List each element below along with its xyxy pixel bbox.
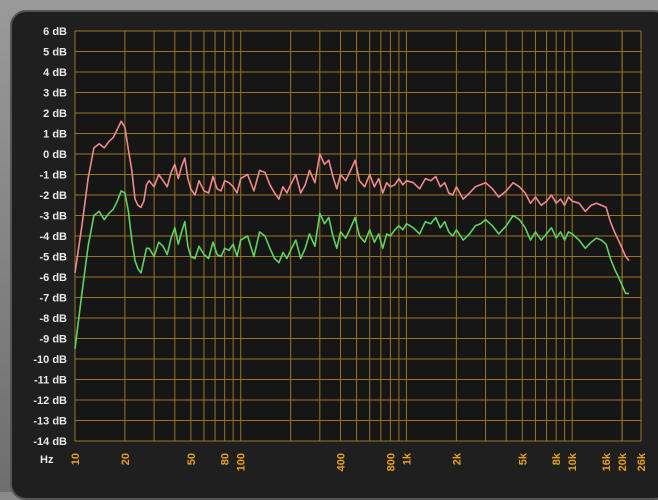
y-tick-label: -1 dB	[40, 170, 68, 182]
y-tick-label: -4 dB	[40, 231, 68, 243]
y-tick-label: 6 dB	[43, 26, 67, 38]
x-tick-label: 5k	[517, 452, 529, 465]
x-tick-label: 20	[120, 453, 132, 465]
x-tick-label: 100	[236, 453, 248, 471]
y-axis-labels: 6 dB 5 dB 4 dB 3 dB 2 dB 1 dB 0 dB -1 dB -2 dB -3…	[33, 26, 67, 448]
x-tick-label: 1k	[401, 452, 413, 465]
y-tick-label: 1 dB	[43, 129, 67, 141]
x-tick-label: 8k	[551, 452, 563, 465]
y-tick-label: -7 dB	[40, 293, 68, 305]
x-axis-unit-label: Hz	[40, 454, 54, 466]
y-tick-label: -8 dB	[40, 313, 68, 325]
y-tick-label: 2 dB	[43, 108, 67, 120]
y-tick-label: -11 dB	[34, 375, 67, 387]
y-tick-label: -2 dB	[40, 190, 68, 202]
y-tick-label: 0 dB	[43, 149, 67, 161]
x-tick-label: 400	[336, 453, 348, 471]
y-tick-label: -14 dB	[33, 436, 67, 448]
y-tick-label: -5 dB	[40, 252, 68, 264]
y-tick-label: 5 dB	[43, 47, 67, 59]
x-tick-label: 50	[186, 453, 198, 465]
x-tick-label: 80	[220, 453, 232, 465]
y-tick-label: -12 dB	[33, 395, 67, 407]
y-tick-label: -10 dB	[33, 354, 67, 366]
x-tick-label: 800	[385, 453, 397, 471]
x-axis-labels: 10 20 50 80 100 400 800 1k 2k 5k 8k 10k 16k 20k 26k	[70, 452, 648, 471]
x-tick-label: 16k	[601, 452, 613, 471]
y-tick-label: -13 dB	[33, 416, 67, 428]
y-tick-label: 3 dB	[43, 88, 67, 100]
y-tick-label: -3 dB	[40, 211, 68, 223]
x-tick-label: 20k	[617, 452, 629, 471]
y-tick-label: -6 dB	[40, 272, 68, 284]
frequency-response-chart: 6 dB 5 dB 4 dB 3 dB 2 dB 1 dB 0 dB -1 dB -2 dB -3…	[33, 26, 648, 471]
y-tick-label: 4 dB	[43, 67, 67, 79]
x-tick-label: 10k	[567, 452, 579, 471]
y-tick-label: -9 dB	[40, 334, 68, 346]
x-tick-label: 2k	[451, 452, 463, 465]
x-tick-label: 26k	[636, 452, 648, 471]
x-tick-label: 10	[70, 453, 82, 465]
